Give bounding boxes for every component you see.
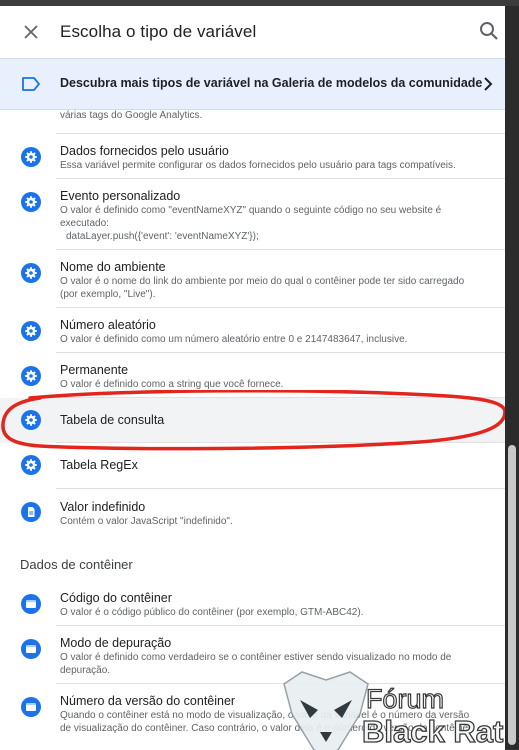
page-title: Escolha o tipo de variável	[60, 22, 257, 41]
container-icon	[21, 594, 41, 614]
list-item-container-id[interactable]: Código do contêiner O valor é o código p…	[0, 581, 505, 626]
gear-icon	[21, 147, 41, 167]
item-title: Número da versão do contêiner	[60, 694, 236, 708]
list-item-regex-table[interactable]: Tabela RegEx	[0, 443, 505, 489]
item-title: Tabela RegEx	[60, 458, 138, 472]
gear-icon	[21, 192, 41, 212]
list-item-user-provided-data[interactable]: Dados fornecidos pelo usuário Essa variá…	[0, 134, 505, 179]
item-description: O valor é definido como um número aleató…	[60, 334, 408, 345]
variable-type-panel: Escolha o tipo de variável Descubra mais…	[0, 6, 505, 750]
item-title: Dados fornecidos pelo usuário	[60, 144, 229, 158]
panel-header: Escolha o tipo de variável	[0, 6, 505, 58]
truncated-description: várias tags do Google Analytics.	[60, 110, 203, 121]
item-title: Permanente	[60, 363, 129, 377]
item-description: Essa variável permite configurar os dado…	[60, 160, 456, 171]
close-icon[interactable]	[19, 20, 43, 44]
gear-icon	[21, 455, 41, 475]
forum-watermark: Fórum Black Rat	[280, 670, 505, 750]
list-item-environment-name[interactable]: Nome do ambiente O valor é o nome do lin…	[0, 250, 505, 308]
list-item-custom-event[interactable]: Evento personalizado O valor é definido …	[0, 179, 505, 250]
container-icon	[21, 697, 41, 717]
watermark-line1: Fórum	[365, 683, 445, 714]
section-title-container-data: Dados de contêiner	[20, 557, 133, 572]
item-title: Valor indefinido	[60, 500, 146, 514]
item-description: O valor é o nome do link do ambiente por…	[60, 276, 465, 300]
search-icon[interactable]	[477, 19, 501, 43]
item-title: Modo de depuração	[60, 636, 172, 650]
label-tag-icon	[22, 77, 40, 91]
item-title: Nome do ambiente	[60, 260, 166, 274]
gear-icon	[21, 410, 41, 430]
list-item-undefined-value[interactable]: Valor indefinido Contém o valor JavaScri…	[0, 489, 505, 533]
document-icon	[21, 502, 41, 522]
watermark-line2: Black Rat	[361, 713, 504, 749]
list-item-random-number[interactable]: Número aleatório O valor é definido como…	[0, 308, 505, 353]
gear-icon	[21, 263, 41, 283]
container-icon	[21, 639, 41, 659]
gear-icon	[21, 366, 41, 386]
item-description: O valor é o código público do contêiner …	[60, 607, 364, 618]
item-title: Número aleatório	[60, 318, 156, 332]
scrollbar-thumb[interactable]	[508, 445, 516, 745]
item-title: Tabela de consulta	[60, 413, 165, 427]
item-code: dataLayer.push({'event': 'eventNameXYZ'}…	[66, 231, 259, 242]
community-gallery-banner[interactable]: Descubra mais tipos de variável na Galer…	[0, 58, 505, 110]
item-description: O valor é definido como a string que voc…	[60, 379, 284, 390]
list-item-lookup-table[interactable]: Tabela de consulta	[0, 398, 505, 443]
item-title: Código do contêiner	[60, 591, 172, 605]
item-description: Contém o valor JavaScript "indefinido".	[60, 516, 233, 527]
chevron-right-icon[interactable]	[480, 76, 496, 92]
item-description: O valor é definido como "eventNameXYZ" q…	[60, 205, 442, 229]
gear-icon	[21, 321, 41, 341]
item-title: Evento personalizado	[60, 189, 181, 203]
banner-text: Descubra mais tipos de variável na Galer…	[60, 76, 483, 90]
list-item-constant[interactable]: Permanente O valor é definido como a str…	[0, 353, 505, 398]
